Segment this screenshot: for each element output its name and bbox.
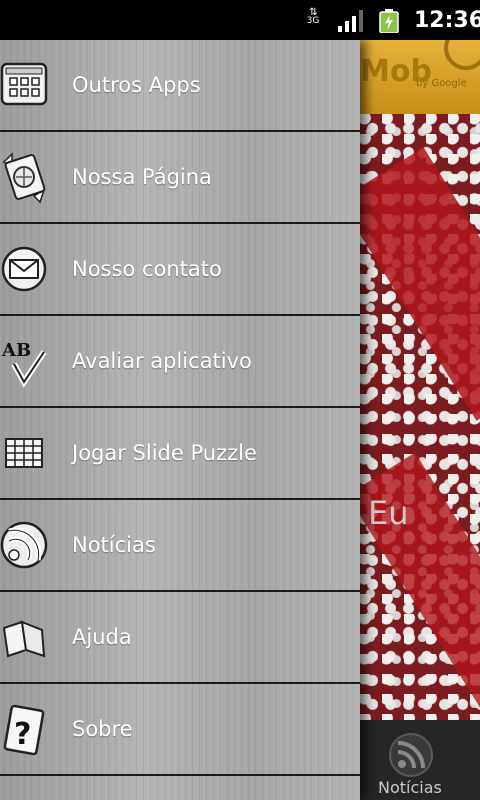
menu-item-nosso-contato[interactable]: Nosso contato [0, 224, 360, 316]
menu-label: Sobre [72, 717, 133, 741]
menu-item-avaliar-aplicativo[interactable]: AB Avaliar aplicativo [0, 316, 360, 408]
menu-item-sobre[interactable]: ? Sobre [0, 684, 360, 776]
ad-banner[interactable]: Mob by Google [360, 40, 480, 114]
menu-item-outros-apps[interactable]: Outros Apps [0, 40, 360, 132]
menu-item-noticias[interactable]: Notícias [0, 500, 360, 592]
menu-label: Jogar Slide Puzzle [72, 441, 257, 465]
menu-item-ajuda[interactable]: Ajuda [0, 592, 360, 684]
battery-charging-icon [379, 9, 399, 33]
navigation-drawer: Outros Apps Nossa Página Nosso contato A… [0, 40, 360, 800]
apps-grid-icon [0, 62, 48, 106]
clock: 12:36 [414, 8, 480, 33]
partial-title: Eu [368, 494, 409, 532]
network-type-label: 3G [306, 16, 320, 26]
menu-label: Nossa Página [72, 165, 212, 189]
menu-label: Nosso contato [72, 257, 222, 281]
svg-text:?: ? [14, 717, 31, 752]
background-app: Mob by Google Eu Notícias [360, 40, 480, 800]
banner-logo-icon [444, 40, 480, 70]
menu-label: Avaliar aplicativo [72, 349, 252, 373]
signal-icon [338, 10, 363, 32]
svg-text:AB: AB [1, 340, 31, 361]
puzzle-grid-icon [5, 438, 43, 468]
menu-item-jogar-slide-puzzle[interactable]: Jogar Slide Puzzle [0, 408, 360, 500]
globe-page-icon [2, 152, 46, 204]
banner-sub: by Google [416, 78, 467, 89]
menu-label: Ajuda [72, 625, 132, 649]
menu-label: Outros Apps [72, 73, 201, 97]
question-card-icon: ? [3, 704, 45, 756]
rate-check-icon: AB [1, 340, 47, 388]
menu-item-nossa-pagina[interactable]: Nossa Página [0, 132, 360, 224]
book-icon [2, 620, 46, 658]
mail-icon [1, 246, 47, 292]
network-3g-icon: ⇅ 3G [303, 8, 323, 32]
crowd-photo: Eu [360, 114, 480, 720]
status-bar: ⇅ 3G 12:36 [0, 0, 480, 40]
rss-icon [0, 521, 48, 569]
rss-icon[interactable] [388, 732, 434, 778]
menu-label: Notícias [72, 533, 156, 557]
bottom-tab-bar: Notícias [360, 720, 480, 800]
tab-noticias[interactable]: Notícias [378, 778, 442, 797]
